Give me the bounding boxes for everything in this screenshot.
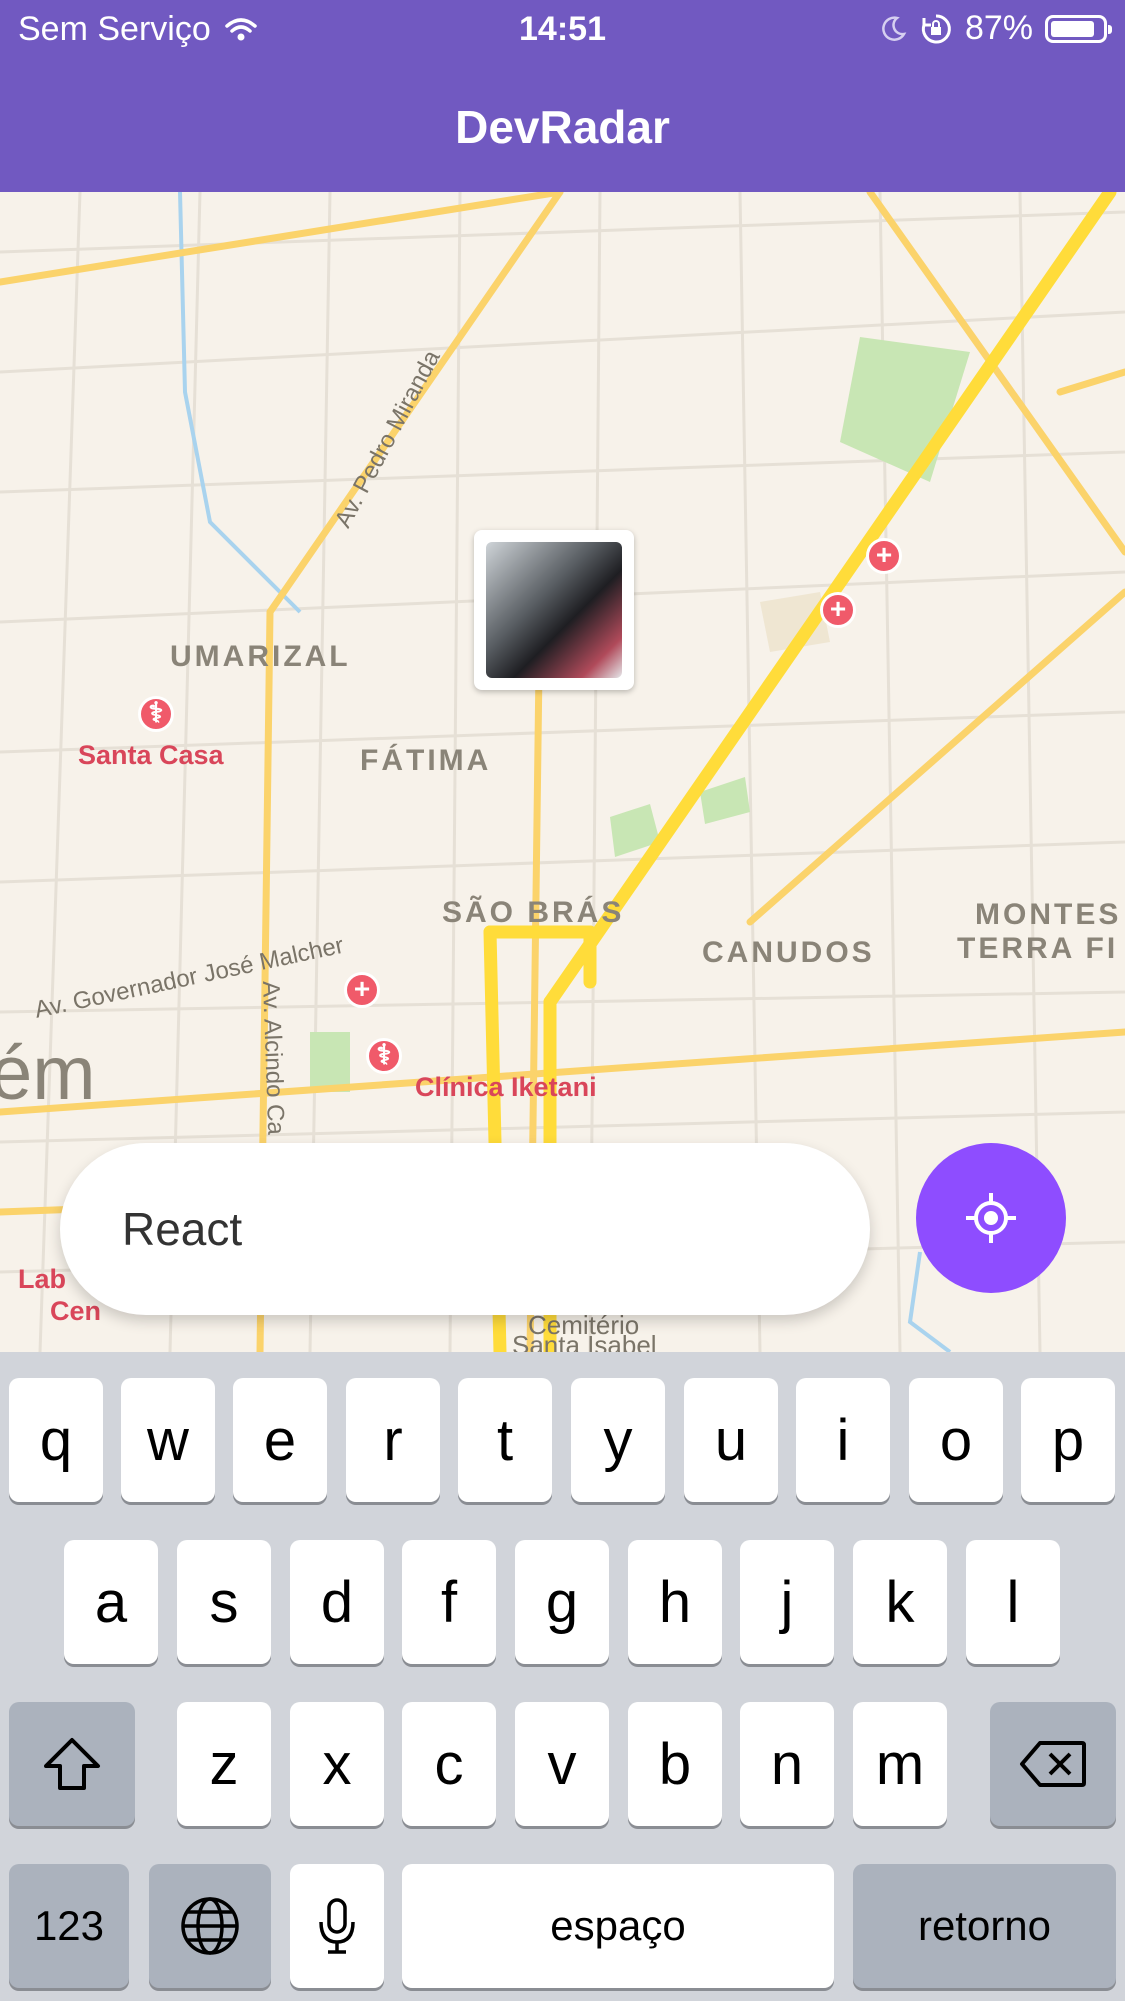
- shift-icon: [44, 1738, 100, 1790]
- status-bar: Sem Serviço 14:51 87%: [0, 0, 1125, 62]
- my-location-icon: [966, 1193, 1016, 1243]
- app-header: DevRadar: [0, 62, 1125, 192]
- key-l[interactable]: l: [966, 1540, 1060, 1664]
- hospital-pin[interactable]: +: [866, 538, 902, 574]
- poi-label: Clínica Iketani: [415, 1072, 597, 1102]
- microphone-key[interactable]: [290, 1864, 384, 1988]
- backspace-key[interactable]: [990, 1702, 1116, 1826]
- key-r[interactable]: r: [346, 1378, 440, 1502]
- neighborhood-label: TERRA FI: [957, 932, 1119, 965]
- keyboard: q w e r t y u i o p a s d f g h j k l z …: [0, 1352, 1125, 2001]
- neighborhood-label: MONTES: [975, 898, 1122, 931]
- poi-label: Santa Isabel: [512, 1330, 657, 1352]
- poi-label: Santa Casa: [78, 740, 224, 770]
- neighborhood-label: SÃO BRÁS: [442, 896, 625, 929]
- city-label: ém: [0, 1031, 96, 1116]
- key-q[interactable]: q: [9, 1378, 103, 1502]
- return-key[interactable]: retorno: [853, 1864, 1116, 1988]
- key-s[interactable]: s: [177, 1540, 271, 1664]
- neighborhood-label: FÁTIMA: [360, 744, 492, 777]
- techs-search-input[interactable]: [120, 1201, 764, 1257]
- key-m[interactable]: m: [853, 1702, 947, 1826]
- key-d[interactable]: d: [290, 1540, 384, 1664]
- carrier-label: Sem Serviço: [18, 10, 211, 48]
- battery-icon: [1045, 14, 1112, 43]
- developer-marker[interactable]: [474, 530, 634, 690]
- key-g[interactable]: g: [515, 1540, 609, 1664]
- key-c[interactable]: c: [402, 1702, 496, 1826]
- street-label: Av. Alcindo Ca: [257, 980, 290, 1136]
- globe-icon: [181, 1897, 239, 1955]
- status-right-group: 87%: [879, 9, 1112, 48]
- poi-label: Lab: [18, 1264, 67, 1294]
- key-y[interactable]: y: [571, 1378, 665, 1502]
- key-f[interactable]: f: [402, 1540, 496, 1664]
- neighborhood-label: CANUDOS: [702, 936, 875, 969]
- rotation-lock-icon: [921, 13, 951, 43]
- key-b[interactable]: b: [628, 1702, 722, 1826]
- key-t[interactable]: t: [458, 1378, 552, 1502]
- poi-label: Cen: [50, 1296, 102, 1326]
- key-e[interactable]: e: [233, 1378, 327, 1502]
- hospital-pin[interactable]: ⚕: [138, 696, 174, 732]
- key-k[interactable]: k: [853, 1540, 947, 1664]
- hospital-pin[interactable]: +: [344, 972, 380, 1008]
- app-title: DevRadar: [455, 101, 670, 153]
- globe-key[interactable]: [149, 1864, 271, 1988]
- microphone-icon: [319, 1898, 355, 1954]
- key-n[interactable]: n: [740, 1702, 834, 1826]
- space-key[interactable]: espaço: [402, 1864, 834, 1988]
- key-z[interactable]: z: [177, 1702, 271, 1826]
- key-v[interactable]: v: [515, 1702, 609, 1826]
- moon-icon: [882, 15, 907, 41]
- key-j[interactable]: j: [740, 1540, 834, 1664]
- shift-key[interactable]: [9, 1702, 135, 1826]
- wifi-icon: [224, 17, 257, 40]
- key-u[interactable]: u: [684, 1378, 778, 1502]
- hospital-pin[interactable]: +: [820, 592, 856, 628]
- key-x[interactable]: x: [290, 1702, 384, 1826]
- hospital-pin[interactable]: ⚕: [366, 1038, 402, 1074]
- key-i[interactable]: i: [796, 1378, 890, 1502]
- battery-percentage: 87%: [964, 9, 1033, 47]
- key-p[interactable]: p: [1021, 1378, 1115, 1502]
- search-form: [60, 1143, 870, 1315]
- key-w[interactable]: w: [121, 1378, 215, 1502]
- neighborhood-label: UMARIZAL: [170, 640, 351, 673]
- key-h[interactable]: h: [628, 1540, 722, 1664]
- numbers-key[interactable]: 123: [9, 1864, 129, 1988]
- developer-avatar: [486, 542, 622, 678]
- key-a[interactable]: a: [64, 1540, 158, 1664]
- location-button[interactable]: [916, 1143, 1066, 1293]
- carrier-group: Sem Serviço: [18, 10, 257, 49]
- backspace-icon: [1020, 1741, 1086, 1787]
- key-o[interactable]: o: [909, 1378, 1003, 1502]
